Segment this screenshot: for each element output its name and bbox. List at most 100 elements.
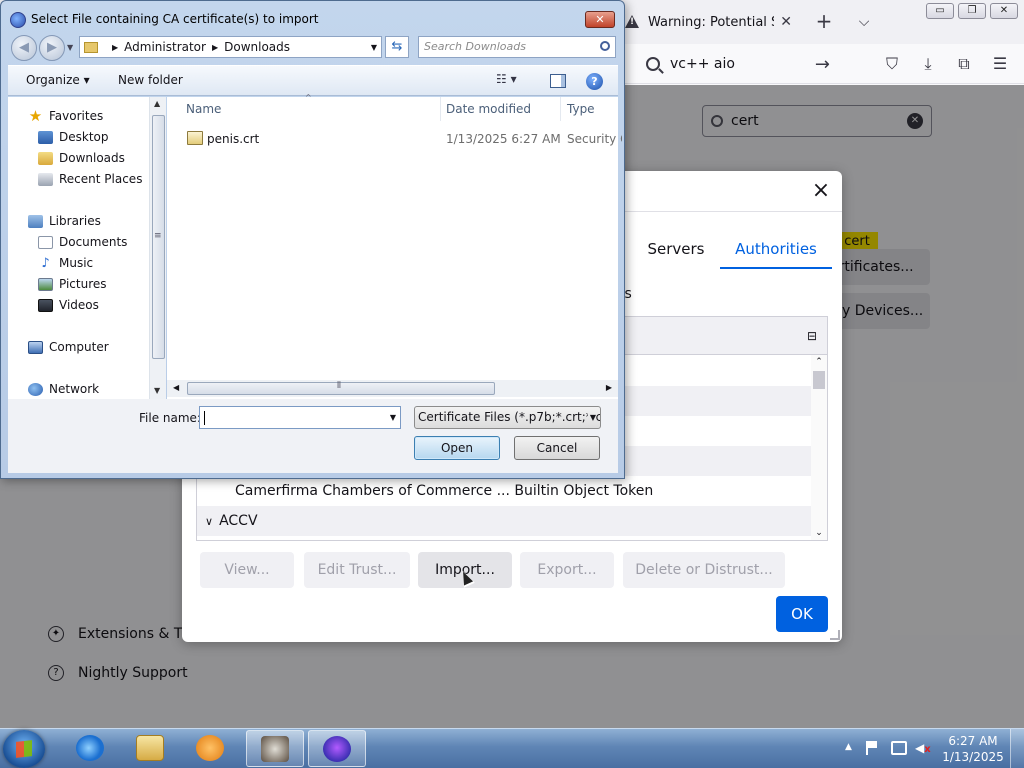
chevron-down-icon: ▼	[587, 407, 596, 428]
nav-label: Documents	[59, 235, 128, 249]
tree-group-row[interactable]: ∨ ACCV	[197, 506, 811, 536]
navigation-scrollbar[interactable]: ▲ ≡ ▼	[149, 97, 166, 399]
downloads-icon[interactable]: ⤓	[916, 52, 940, 76]
nav-network[interactable]: Network	[28, 379, 99, 399]
nav-documents[interactable]: Documents	[38, 232, 127, 252]
column-type[interactable]: Type	[567, 102, 595, 116]
nav-label: Recent Places	[59, 172, 143, 186]
scrollbar-thumb[interactable]	[187, 382, 495, 395]
system-clock[interactable]: 6:27 AM 1/13/2025	[940, 733, 1006, 765]
file-row[interactable]: penis.crt 1/13/2025 6:27 AM Security Cer…	[185, 129, 622, 149]
show-hidden-icons-icon[interactable]: ▲	[845, 742, 852, 752]
nav-music[interactable]: ♪ Music	[38, 253, 93, 273]
preview-pane-icon[interactable]	[550, 74, 566, 88]
network-tray-icon[interactable]	[891, 741, 907, 755]
grip-icon: ≡	[154, 231, 162, 241]
nav-desktop[interactable]: Desktop	[38, 127, 109, 147]
sort-caret-icon: ^	[305, 93, 312, 102]
address-bar[interactable]: ▶ Administrator ▶ Downloads ▼	[79, 36, 382, 58]
search-icon	[646, 57, 660, 71]
nav-favorites[interactable]: ★ Favorites	[28, 106, 103, 126]
new-tab-button[interactable]: +	[812, 10, 836, 34]
nav-libraries[interactable]: Libraries	[28, 211, 101, 231]
close-window-button[interactable]: ✕	[990, 3, 1018, 19]
chevron-up-icon[interactable]: ⌃	[811, 355, 827, 369]
views-button[interactable]: ☷ ▾	[496, 72, 517, 86]
nav-downloads[interactable]: Downloads	[38, 148, 125, 168]
search-input[interactable]: Search Downloads	[418, 36, 616, 58]
column-picker-icon[interactable]: ⊟	[807, 329, 817, 343]
tab-servers[interactable]: Servers	[634, 231, 718, 269]
scroll-up-icon[interactable]: ▲	[154, 99, 160, 108]
taskbar-windows-explorer[interactable]	[122, 730, 180, 767]
scroll-right-icon[interactable]: ▶	[606, 383, 612, 392]
file-list: ^ Name Date modified Type penis.crt 1/13…	[167, 93, 622, 399]
breadcrumb-item[interactable]: Administrator	[124, 40, 206, 54]
file-name-input[interactable]: ▼	[199, 406, 401, 429]
url-bar[interactable]: vc++ aio →	[636, 49, 840, 79]
new-folder-button[interactable]: New folder	[118, 73, 183, 87]
go-arrow-icon[interactable]: →	[815, 54, 830, 75]
recent-places-icon	[38, 172, 53, 186]
close-button[interactable]: ✕	[585, 11, 615, 28]
scrollbar[interactable]: ⌃ ⌄	[811, 355, 827, 540]
menu-icon[interactable]: ☰	[988, 52, 1012, 76]
volume-muted-icon[interactable]: ◀x	[915, 741, 933, 755]
help-icon[interactable]: ?	[586, 73, 603, 90]
horizontal-scrollbar[interactable]: ◀ ⦀ ▶	[167, 380, 618, 397]
resize-grip[interactable]	[830, 630, 840, 640]
file-chooser-dialog: Select File containing CA certificate(s)…	[0, 0, 625, 479]
action-center-flag-icon[interactable]	[866, 741, 878, 755]
taskbar-firefox-nightly[interactable]	[308, 730, 366, 767]
scrollbar-thumb[interactable]	[813, 371, 825, 389]
recent-locations-dropdown[interactable]: ▼	[67, 43, 73, 52]
tab-list-button[interactable]: ⌵	[852, 10, 876, 34]
column-date-modified[interactable]: Date modified	[446, 102, 531, 116]
view-button[interactable]: View...	[200, 552, 294, 588]
organize-button[interactable]: Organize ▾	[26, 73, 90, 87]
pocket-icon[interactable]: ⛉	[880, 52, 904, 76]
column-divider[interactable]	[440, 97, 441, 121]
nav-videos[interactable]: Videos	[38, 295, 99, 315]
nav-computer[interactable]: Computer	[28, 337, 109, 357]
file-type-select[interactable]: Certificate Files (*.p7b;*.crt;*.cert;*.…	[414, 406, 601, 429]
show-desktop-button[interactable]	[1010, 729, 1024, 768]
scroll-down-icon[interactable]: ▼	[154, 386, 160, 395]
app-icon	[261, 736, 289, 762]
breadcrumb-separator: ▶	[211, 42, 219, 52]
nav-pictures[interactable]: Pictures	[38, 274, 107, 294]
export-button[interactable]: Export...	[520, 552, 614, 588]
refresh-button[interactable]: ⇆	[385, 36, 409, 58]
tab-warning[interactable]: Warning: Potential Secu ✕	[616, 4, 800, 40]
pictures-icon	[38, 277, 53, 291]
back-button[interactable]: ◀	[11, 35, 37, 61]
start-button[interactable]	[3, 730, 45, 768]
breadcrumb-item[interactable]: Downloads	[224, 40, 290, 54]
taskbar-internet-explorer[interactable]	[62, 730, 120, 767]
delete-or-distrust-button[interactable]: Delete or Distrust...	[623, 552, 785, 588]
chevron-down-icon[interactable]: ▼	[371, 43, 377, 52]
maximize-button[interactable]: ❐	[958, 3, 986, 19]
taskbar-app[interactable]	[246, 730, 304, 767]
edit-trust-button[interactable]: Edit Trust...	[304, 552, 410, 588]
scroll-left-icon[interactable]: ◀	[173, 383, 179, 392]
column-divider[interactable]	[560, 97, 561, 121]
chevron-down-icon[interactable]: ▼	[390, 407, 396, 428]
chevron-down-icon[interactable]: ⌄	[811, 526, 827, 540]
extensions-icon[interactable]: ⧉	[952, 52, 976, 76]
tab-authorities[interactable]: Authorities	[720, 231, 832, 269]
column-name[interactable]: Name	[186, 102, 221, 116]
minimize-button[interactable]: ▭	[926, 3, 954, 19]
tab-close-icon[interactable]: ✕	[780, 14, 792, 30]
file-name: penis.crt	[207, 132, 260, 146]
grip-icon: ⦀	[337, 381, 341, 391]
tree-row[interactable]: Camerfirma Chambers of Commerce ... Buil…	[197, 476, 811, 506]
forward-button[interactable]: ▶	[39, 35, 65, 61]
open-button[interactable]: Open	[414, 436, 500, 460]
cancel-button[interactable]: Cancel	[514, 436, 600, 460]
ok-button[interactable]: OK	[776, 596, 828, 632]
taskbar-media-player[interactable]	[182, 730, 240, 767]
network-icon	[28, 382, 43, 396]
close-icon[interactable]: ×	[810, 180, 832, 203]
nav-recent-places[interactable]: Recent Places	[38, 169, 142, 189]
